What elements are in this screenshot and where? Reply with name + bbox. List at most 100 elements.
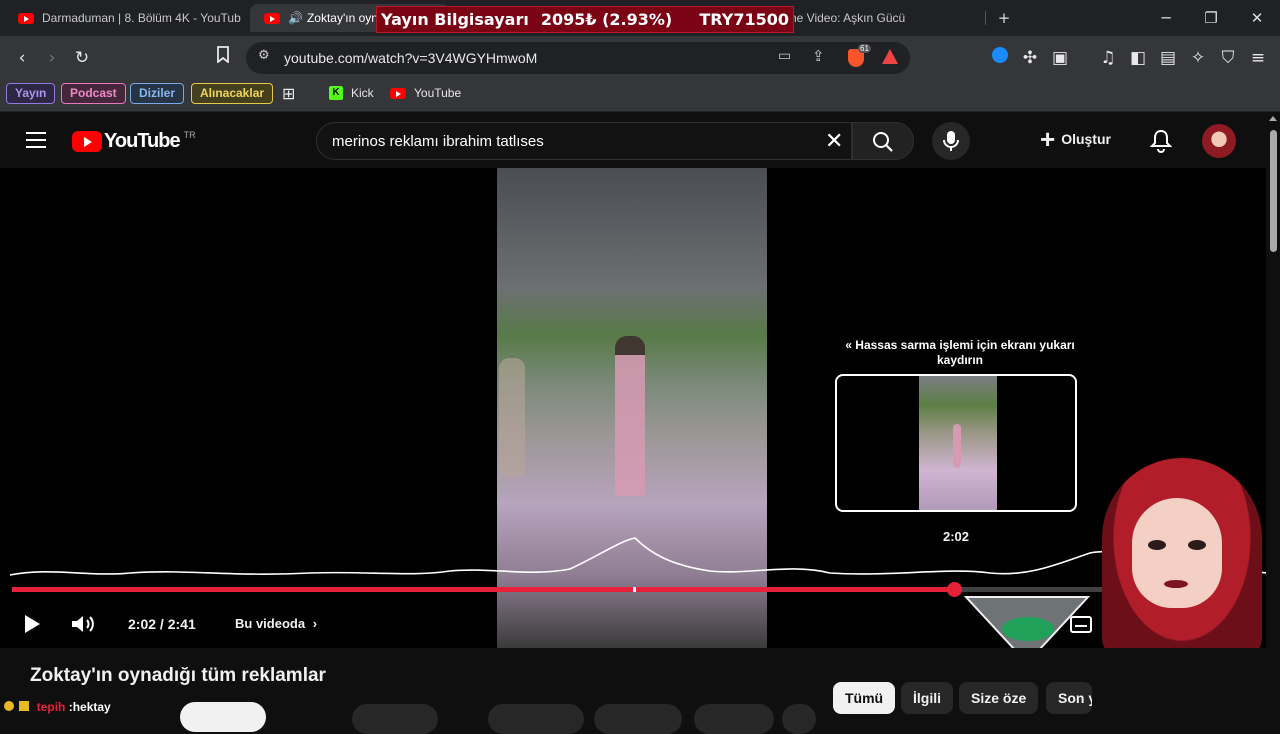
sidebar-icon[interactable]: ◧ — [1126, 46, 1150, 70]
back-icon[interactable]: ‹ — [10, 46, 34, 70]
address-bar[interactable]: ⚙ youtube.com/watch?v=3V4WGYHmwoM ▭ ⇪ 61 — [246, 42, 910, 74]
tab-title: ne Video: Aşkın Gücü — [790, 11, 906, 25]
bookmark-folder-yayin[interactable]: Yayın — [6, 83, 56, 104]
youtube-logo[interactable]: YouTube TR — [72, 130, 196, 153]
close-window-icon[interactable]: ✕ — [1243, 6, 1271, 30]
person-figure — [615, 336, 645, 496]
bookmark-folder-alinacaklar[interactable]: Alınacaklar — [191, 83, 274, 104]
search-icon — [873, 132, 893, 152]
preview-time: 2:02 — [942, 529, 970, 544]
bookmark-folder-diziler[interactable]: Diziler — [130, 83, 185, 104]
minimize-icon[interactable]: ─ — [1152, 6, 1180, 30]
crown-icon — [19, 701, 30, 711]
time-display: 2:02 / 2:41 — [128, 616, 196, 632]
chat-username: tepih — [36, 700, 66, 714]
ticker-change: 2095₺ (2.93%) — [540, 10, 673, 29]
create-button[interactable]: + Oluştur — [1040, 124, 1111, 154]
youtube-header: YouTube TR merinos reklamı ibrahim tatlı… — [0, 112, 1266, 168]
time-separator: / — [159, 616, 164, 632]
in-video-chapters-button[interactable]: Bu videoda › — [235, 616, 317, 631]
filter-chip-all[interactable]: Tümü — [833, 682, 896, 714]
youtube-favicon-icon — [18, 12, 34, 24]
brave-badge: 61 — [858, 44, 871, 53]
current-time: 2:02 — [128, 616, 157, 632]
chapter-marker — [633, 587, 636, 592]
volume-icon — [72, 616, 94, 632]
search-query-text: merinos reklamı ibrahim tatlıses — [332, 133, 544, 150]
forward-icon[interactable]: › — [40, 46, 64, 70]
leo-ai-icon[interactable]: ✧ — [1186, 46, 1210, 70]
cast-icon[interactable]: ▭ — [778, 48, 791, 64]
youtube-play-logo-icon — [72, 131, 102, 152]
volume-button[interactable] — [70, 614, 98, 639]
chevron-right-icon: › — [312, 616, 318, 631]
more-actions-button-partial[interactable] — [782, 704, 816, 734]
notifications-bell-icon[interactable] — [1149, 129, 1173, 158]
tab-title: Darmaduman | 8. Bölüm 4K - YouTub — [42, 11, 241, 25]
badge-icon — [4, 701, 14, 711]
filter-chip-for-you[interactable]: Size öze — [959, 682, 1039, 714]
scrollbar-thumb[interactable] — [1270, 130, 1277, 252]
hamburger-menu-icon[interactable] — [26, 132, 46, 148]
share-icon[interactable]: ⇪ — [812, 47, 825, 65]
youtube-wordmark: YouTube — [104, 130, 181, 152]
like-button-partial[interactable] — [352, 704, 438, 734]
voice-search-button[interactable] — [932, 122, 970, 160]
filter-chip-related[interactable]: İlgili — [901, 682, 953, 714]
person-figure-background — [499, 358, 525, 478]
play-button[interactable] — [22, 614, 42, 639]
url-text: youtube.com/watch?v=3V4WGYHmwoM — [284, 50, 538, 66]
download-button-partial[interactable] — [594, 704, 682, 734]
bookmark-kick[interactable]: K Kick — [329, 86, 374, 100]
search-input[interactable]: merinos reklamı ibrahim tatlıses ✕ — [316, 122, 852, 160]
extensions-icon[interactable]: ✣ — [1018, 46, 1042, 70]
chevron-up-icon: « — [845, 338, 852, 352]
martini-glass-overlay — [963, 596, 1091, 648]
chat-overlay-line: tepih :hektay — [4, 700, 111, 714]
ticker-price: TRY71500 — [699, 10, 789, 29]
brave-rewards-icon[interactable] — [882, 49, 898, 64]
seek-hint: « Hassas sarma işlemi için ekranı yukarı… — [845, 338, 1075, 367]
progress-played — [12, 587, 955, 592]
tab-separator — [985, 11, 986, 25]
page-scrollbar[interactable] — [1266, 112, 1280, 720]
filter-chip-recent[interactable]: Son y — [1046, 682, 1092, 714]
avatar[interactable] — [1202, 124, 1236, 158]
bookmark-icon[interactable] — [211, 46, 235, 70]
clear-search-icon[interactable]: ✕ — [825, 129, 843, 154]
menu-icon[interactable]: ≡ — [1246, 46, 1270, 70]
audio-waveform — [10, 537, 1266, 576]
duration: 2:41 — [167, 616, 196, 632]
restore-icon[interactable]: ❐ — [1197, 6, 1225, 30]
tab-darmaduman[interactable]: Darmaduman | 8. Bölüm 4K - YouTub — [4, 4, 244, 32]
video-player[interactable]: « Hassas sarma işlemi için ekranı yukarı… — [0, 168, 1266, 648]
chat-message: :hektay — [68, 700, 111, 714]
share-button-partial[interactable] — [488, 704, 584, 734]
subscribe-button-partial[interactable] — [180, 702, 266, 732]
reader-icon[interactable]: ▣ — [1048, 46, 1072, 70]
vpn-icon[interactable]: ⛉ — [1216, 46, 1240, 70]
bookmark-folder-podcast[interactable]: Podcast — [61, 83, 126, 104]
shazam-extension-icon[interactable] — [988, 46, 1012, 70]
new-tab-plus-icon[interactable]: + — [990, 6, 1018, 30]
progress-bar[interactable] — [12, 582, 1252, 597]
search-button[interactable] — [852, 122, 914, 160]
reload-icon[interactable]: ↻ — [70, 46, 94, 70]
browser-toolbar: ‹ › ↻ ⚙ youtube.com/watch?v=3V4WGYHmwoM … — [0, 36, 1280, 80]
region-code: TR — [183, 129, 196, 140]
stock-ticker-overlay: Yayın Bilgisayarı 2095₺ (2.93%) TRY71500 — [376, 6, 794, 33]
microphone-icon — [943, 131, 959, 151]
apps-grid-icon[interactable]: ⊞ — [282, 84, 295, 103]
scroll-up-arrow-icon[interactable] — [1269, 116, 1277, 121]
plus-icon: + — [1040, 124, 1056, 154]
site-settings-icon[interactable]: ⚙ — [258, 48, 270, 63]
youtube-favicon-icon — [390, 87, 406, 99]
music-icon[interactable]: ♫ — [1096, 46, 1120, 70]
progress-scrubber-handle[interactable] — [947, 582, 963, 597]
tab-askin-gucu[interactable]: ne Video: Aşkın Gücü — [780, 4, 980, 32]
below-player: Zoktay'ın oynadığı tüm reklamlar Tümü İl… — [0, 648, 1266, 734]
wallet-icon[interactable]: ▤ — [1156, 46, 1180, 70]
youtube-favicon-icon — [264, 12, 280, 24]
clip-button-partial[interactable] — [694, 704, 774, 734]
bookmark-youtube[interactable]: YouTube — [390, 86, 461, 100]
